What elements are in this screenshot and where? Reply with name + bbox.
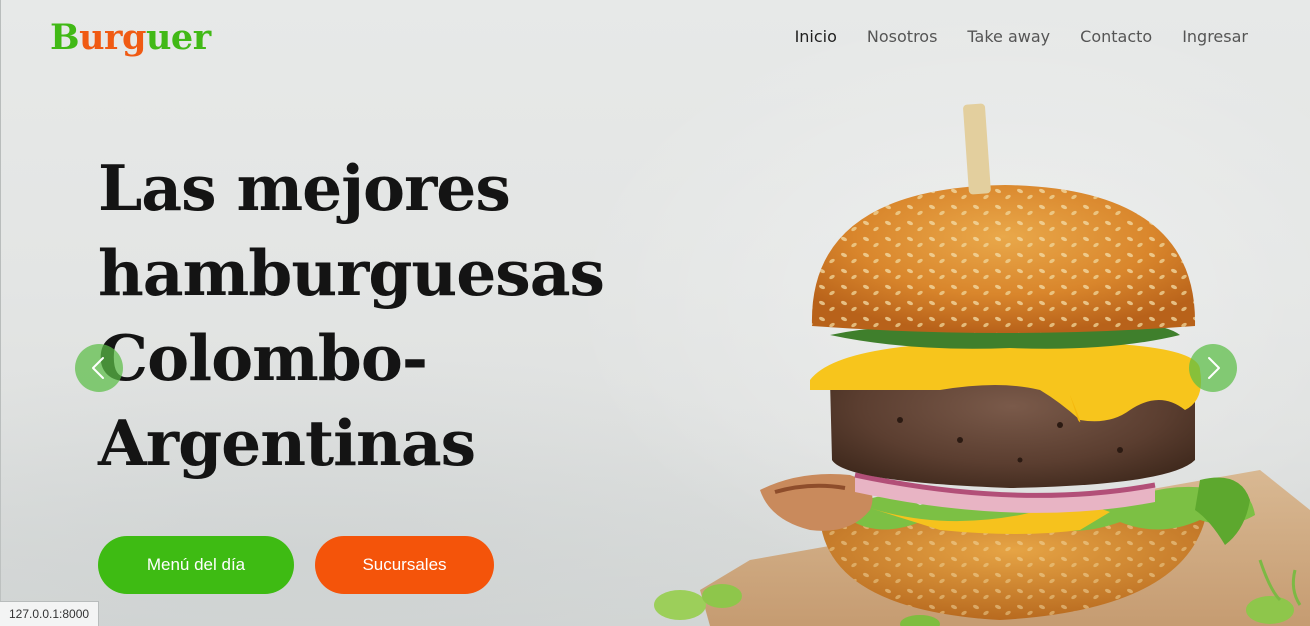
sucursales-button[interactable]: Sucursales: [315, 536, 494, 594]
logo-letter: er: [170, 17, 211, 58]
headline-line: Argentinas: [98, 406, 476, 480]
headline-line: Las mejores: [98, 151, 511, 225]
menu-del-dia-button[interactable]: Menú del día: [98, 536, 294, 594]
chevron-right-icon: [1208, 357, 1220, 379]
hero-headline: Las mejores hamburguesas Colombo- Argent…: [98, 146, 658, 486]
carousel-prev-button[interactable]: [75, 344, 123, 392]
logo-letter: rg: [104, 17, 146, 58]
nav-item-nosotros[interactable]: Nosotros: [867, 24, 938, 50]
headline-line: hamburguesas: [98, 236, 605, 310]
chevron-left-icon: [92, 357, 104, 379]
nav-item-contacto[interactable]: Contacto: [1080, 24, 1152, 50]
status-bar-url: 127.0.0.1:8000: [0, 601, 100, 626]
main-nav: Inicio Nosotros Take away Contacto Ingre…: [795, 24, 1248, 50]
carousel-next-button[interactable]: [1189, 344, 1237, 392]
nav-item-ingresar[interactable]: Ingresar: [1182, 24, 1248, 50]
logo-letter: u: [79, 17, 105, 58]
nav-item-take-away[interactable]: Take away: [967, 24, 1050, 50]
headline-line: Colombo-: [98, 321, 428, 395]
logo-letter: u: [145, 17, 171, 58]
brand-logo[interactable]: Burguer: [50, 14, 211, 62]
logo-letter: B: [50, 17, 80, 58]
nav-item-inicio[interactable]: Inicio: [795, 24, 837, 50]
